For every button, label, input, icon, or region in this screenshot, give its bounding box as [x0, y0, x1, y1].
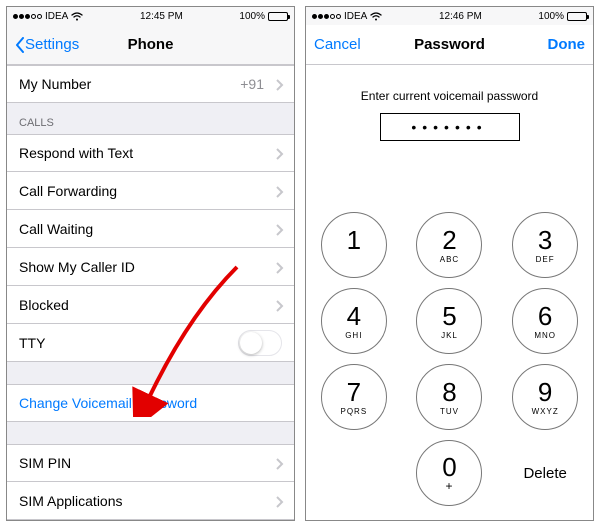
- key-letters: TUV: [440, 407, 459, 416]
- key-digit: 7: [347, 379, 361, 405]
- row-label: SIM Applications: [19, 493, 123, 509]
- key-digit: 3: [538, 227, 552, 253]
- key-digit: 8: [442, 379, 456, 405]
- keypad-spacer: [321, 440, 387, 506]
- battery-icon: [567, 12, 587, 21]
- signal-dots-icon: [312, 14, 341, 19]
- key-letters: +: [445, 480, 453, 492]
- keypad-key-1[interactable]: 1: [321, 212, 387, 278]
- key-digit: 5: [442, 303, 456, 329]
- keypad-key-7[interactable]: 7 PQRS: [321, 364, 387, 430]
- clock-label: 12:46 PM: [439, 11, 482, 22]
- row-label: Blocked: [19, 297, 69, 313]
- key-digit: 2: [442, 227, 456, 253]
- keypad-key-5[interactable]: 5 JKL: [416, 288, 482, 354]
- carrier-label: IDEA: [45, 11, 68, 22]
- password-dots: •••••••: [411, 119, 487, 135]
- chevron-right-icon: [276, 185, 284, 197]
- key-letters: WXYZ: [532, 407, 559, 416]
- keypad-key-6[interactable]: 6 MNO: [512, 288, 578, 354]
- key-letters: [352, 255, 355, 264]
- done-label: Done: [548, 36, 586, 53]
- row-label: Call Waiting: [19, 221, 93, 237]
- keypad-key-9[interactable]: 9 WXYZ: [512, 364, 578, 430]
- call-forwarding-row[interactable]: Call Forwarding: [7, 172, 294, 210]
- key-digit: 1: [347, 227, 361, 253]
- clock-label: 12:45 PM: [140, 11, 183, 22]
- nav-title: Password: [414, 36, 485, 53]
- key-letters: MNO: [534, 331, 556, 340]
- key-letters: ABC: [440, 255, 459, 264]
- phone-settings-screen: IDEA 12:45 PM 100% Settings Phone My Num…: [6, 6, 295, 521]
- chevron-right-icon: [276, 261, 284, 273]
- key-digit: 4: [347, 303, 361, 329]
- battery-percent: 100%: [538, 11, 564, 22]
- nav-bar: Settings Phone: [7, 25, 294, 65]
- chevron-right-icon: [276, 495, 284, 507]
- change-voicemail-password-row[interactable]: Change Voicemail Password: [7, 384, 294, 422]
- password-field[interactable]: •••••••: [380, 113, 520, 141]
- row-label: Show My Caller ID: [19, 259, 135, 275]
- signal-dots-icon: [13, 14, 42, 19]
- done-button[interactable]: Done: [548, 36, 586, 53]
- back-label: Settings: [25, 36, 79, 53]
- wifi-icon: [71, 12, 83, 21]
- calls-section-header: CALLS: [7, 103, 294, 134]
- tty-switch[interactable]: [238, 330, 282, 356]
- keypad-key-4[interactable]: 4 GHI: [321, 288, 387, 354]
- battery-percent: 100%: [239, 11, 265, 22]
- chevron-right-icon: [276, 457, 284, 469]
- password-entry-screen: IDEA 12:46 PM 100% Cancel Password Done …: [305, 6, 594, 521]
- key-digit: 9: [538, 379, 552, 405]
- sim-pin-row[interactable]: SIM PIN: [7, 444, 294, 482]
- row-label: TTY: [19, 335, 45, 351]
- status-bar: IDEA 12:45 PM 100%: [7, 7, 294, 25]
- battery-icon: [268, 12, 288, 21]
- chevron-left-icon: [15, 37, 25, 53]
- chevron-right-icon: [276, 78, 284, 90]
- keypad-key-8[interactable]: 8 TUV: [416, 364, 482, 430]
- call-waiting-row[interactable]: Call Waiting: [7, 210, 294, 248]
- keypad-key-0[interactable]: 0+: [416, 440, 482, 506]
- my-number-label: My Number: [19, 76, 91, 92]
- wifi-icon: [370, 12, 382, 21]
- chevron-right-icon: [276, 223, 284, 235]
- cancel-label: Cancel: [314, 36, 361, 53]
- key-letters: GHI: [345, 331, 362, 340]
- keypad-delete-button[interactable]: Delete: [512, 440, 578, 506]
- nav-bar: Cancel Password Done: [306, 25, 593, 65]
- tty-row: TTY: [7, 324, 294, 362]
- key-digit: 0: [442, 454, 456, 480]
- keypad-key-2[interactable]: 2 ABC: [416, 212, 482, 278]
- row-label: Respond with Text: [19, 145, 133, 161]
- chevron-right-icon: [276, 147, 284, 159]
- cancel-button[interactable]: Cancel: [314, 36, 361, 53]
- chevron-right-icon: [276, 299, 284, 311]
- numeric-keypad: 1 2 ABC 3 DEF 4 GHI 5 JKL 6 MNO 7 PQRS 8 TUV 9 WXYZ 0+ De…: [306, 204, 593, 520]
- back-button[interactable]: Settings: [15, 36, 79, 53]
- key-digit: 6: [538, 303, 552, 329]
- show-caller-id-row[interactable]: Show My Caller ID: [7, 248, 294, 286]
- sim-applications-row[interactable]: SIM Applications: [7, 482, 294, 520]
- key-letters: PQRS: [340, 407, 367, 416]
- respond-with-text-row[interactable]: Respond with Text: [7, 134, 294, 172]
- status-bar: IDEA 12:46 PM 100%: [306, 7, 593, 25]
- carrier-label: IDEA: [344, 11, 367, 22]
- blocked-row[interactable]: Blocked: [7, 286, 294, 324]
- keypad-key-3[interactable]: 3 DEF: [512, 212, 578, 278]
- my-number-row[interactable]: My Number +91: [7, 65, 294, 103]
- row-label: SIM PIN: [19, 455, 71, 471]
- key-letters: DEF: [536, 255, 555, 264]
- password-prompt: Enter current voicemail password: [306, 89, 593, 103]
- row-label: Call Forwarding: [19, 183, 117, 199]
- row-label: Change Voicemail Password: [19, 395, 197, 411]
- nav-title: Phone: [128, 36, 174, 53]
- key-letters: JKL: [441, 331, 458, 340]
